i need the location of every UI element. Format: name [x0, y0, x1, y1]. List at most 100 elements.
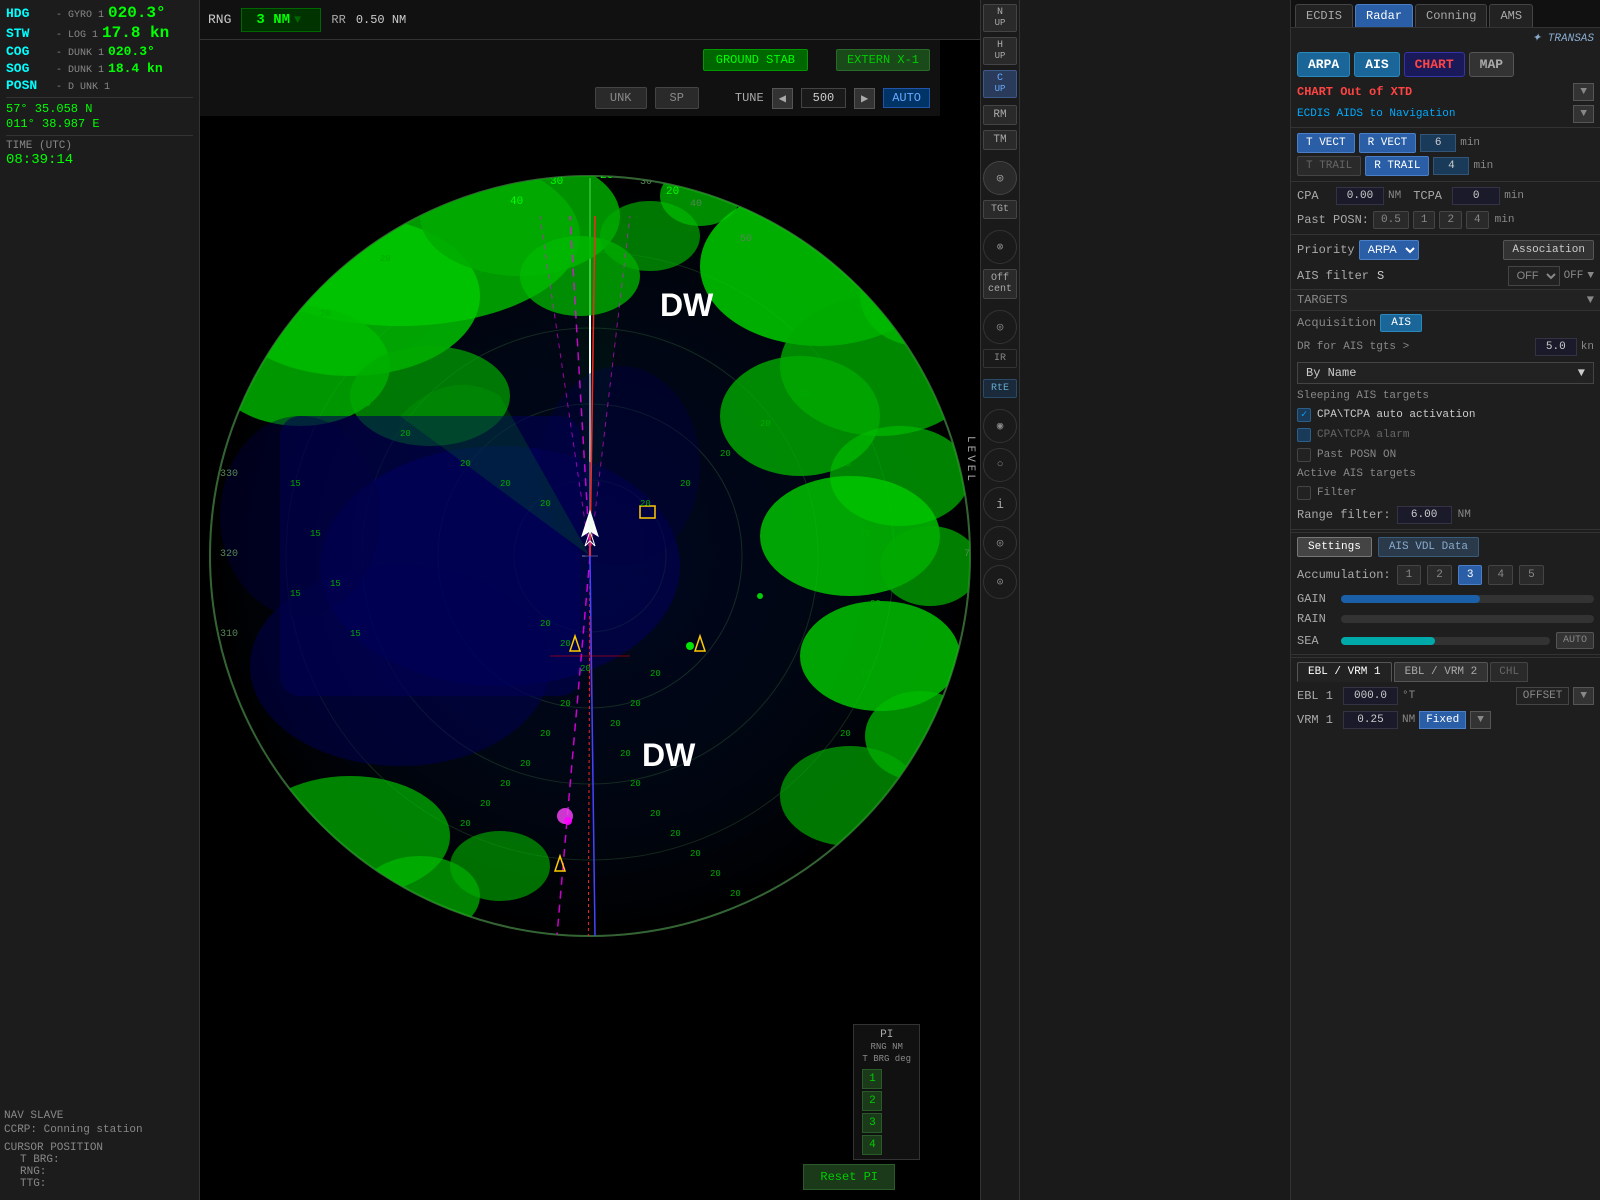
cpa-input[interactable]: 0.00 [1336, 187, 1384, 205]
circle-icon-2[interactable]: ⊗ [983, 230, 1017, 264]
stab-button[interactable]: GROUND STAB [703, 49, 808, 71]
gain-slider[interactable] [1341, 595, 1594, 603]
trail-value[interactable]: 4 [1433, 157, 1469, 175]
circle-icon-8[interactable]: ⊙ [983, 565, 1017, 599]
vrm-fixed-dropdown[interactable]: ▼ [1470, 711, 1491, 729]
tune-left-arrow[interactable]: ◀ [772, 88, 793, 109]
accum-3-btn[interactable]: 3 [1458, 565, 1483, 585]
ebl-offset-dropdown[interactable]: ▼ [1573, 687, 1594, 705]
fixed-button[interactable]: Fixed [1419, 711, 1466, 729]
ttrail-button[interactable]: T TRAIL [1297, 156, 1361, 176]
sleeping-ais-row: Sleeping AIS targets [1291, 387, 1600, 405]
aisvdl-tab[interactable]: AIS VDL Data [1378, 537, 1479, 557]
svg-text:20: 20 [650, 669, 661, 679]
vrm1-row: VRM 1 0.25 NM Fixed ▼ [1291, 708, 1600, 732]
settings-tab[interactable]: Settings [1297, 537, 1372, 557]
stw-value: 17.8 kn [102, 24, 169, 42]
tgt-button[interactable]: TGt [983, 200, 1017, 219]
vrm1-input[interactable]: 0.25 [1343, 711, 1398, 729]
top-tabs: ECDIS Radar Conning AMS [1291, 0, 1600, 28]
tcpa-input[interactable]: 0 [1452, 187, 1500, 205]
circle-icon-4[interactable]: ◉ [983, 409, 1017, 443]
offset-button[interactable]: OFFSET [1516, 687, 1570, 705]
pi-1-button[interactable]: 1 [862, 1069, 882, 1089]
by-name-select[interactable]: By Name ▼ [1297, 362, 1594, 384]
svg-text:40: 40 [510, 196, 523, 208]
nup-button[interactable]: NUP [983, 4, 1017, 32]
association-button[interactable]: Association [1503, 240, 1594, 260]
svg-text:20: 20 [720, 449, 731, 459]
past-posn-on-toggle[interactable] [1297, 448, 1311, 462]
radar-circle-container[interactable]: DW DW 20 [200, 116, 980, 1200]
filter-toggle[interactable] [1297, 486, 1311, 500]
tvect-button[interactable]: T VECT [1297, 133, 1355, 153]
posn-1-btn[interactable]: 1 [1413, 211, 1436, 229]
ecdis-aids-dropdown[interactable]: ▼ [1573, 105, 1594, 123]
rtrail-button[interactable]: R TRAIL [1365, 156, 1429, 176]
cpa-alarm-checkbox[interactable] [1297, 428, 1311, 442]
reset-pi-button[interactable]: Reset PI [803, 1164, 895, 1190]
tab-radar[interactable]: Radar [1355, 4, 1413, 27]
svg-text:320: 320 [220, 549, 238, 560]
chart-button[interactable]: CHART [1404, 52, 1465, 77]
radar-display[interactable]: GROUND STAB EXTERN X-1 UNK SP TUNE ◀ 500… [200, 40, 980, 1200]
off-cent-button[interactable]: Offcent [983, 269, 1017, 299]
tune-auto-button[interactable]: AUTO [883, 88, 930, 108]
circle-icon-3[interactable]: ◎ [983, 310, 1017, 344]
unk-button[interactable]: UNK [595, 87, 647, 109]
posn-4-btn[interactable]: 4 [1466, 211, 1489, 229]
posn-2-btn[interactable]: 2 [1439, 211, 1462, 229]
tab-ams[interactable]: AMS [1489, 4, 1533, 27]
priority-select[interactable]: ARPA [1359, 240, 1419, 260]
vect-value[interactable]: 6 [1420, 134, 1456, 152]
hup-button[interactable]: HUP [983, 37, 1017, 65]
accum-5-btn[interactable]: 5 [1519, 565, 1544, 585]
accum-1-btn[interactable]: 1 [1397, 565, 1422, 585]
rm-button[interactable]: RM [983, 105, 1017, 125]
sea-slider[interactable] [1341, 637, 1550, 645]
chart-out-dropdown[interactable]: ▼ [1573, 83, 1594, 101]
ais-filter-select[interactable]: OFF [1508, 266, 1560, 286]
rte-button[interactable]: RtE [983, 379, 1017, 398]
ir-button[interactable]: IR [983, 349, 1017, 368]
tune-right-arrow[interactable]: ▶ [854, 88, 875, 109]
auto-button[interactable]: AUTO [1556, 632, 1594, 649]
cpa-auto-checkbox[interactable] [1297, 408, 1311, 422]
circle-icon-6[interactable]: i [983, 487, 1017, 521]
accum-4-btn[interactable]: 4 [1488, 565, 1513, 585]
tm-button[interactable]: TM [983, 130, 1017, 150]
extern-button[interactable]: EXTERN X-1 [836, 49, 930, 71]
posn-label: POSN [6, 78, 54, 93]
tab-ecdis[interactable]: ECDIS [1295, 4, 1353, 27]
dr-input[interactable]: 5.0 [1535, 338, 1577, 356]
ebl-vrm2-tab[interactable]: EBL / VRM 2 [1394, 662, 1489, 682]
ais-button[interactable]: AIS [1354, 52, 1399, 77]
circle-icon-1[interactable]: ◎ [983, 161, 1017, 195]
ebl-vrm1-tab[interactable]: EBL / VRM 1 [1297, 662, 1392, 682]
acquisition-ais-button[interactable]: AIS [1380, 314, 1422, 332]
ebl1-input[interactable]: 000.0 [1343, 687, 1398, 705]
cup-button[interactable]: CUP [983, 70, 1017, 98]
chl-tab[interactable]: CHL [1490, 662, 1528, 682]
posn-05-btn[interactable]: 0.5 [1373, 211, 1409, 229]
range-filter-input[interactable]: 6.00 [1397, 506, 1452, 524]
arpa-button[interactable]: ARPA [1297, 52, 1350, 77]
pi-2-button[interactable]: 2 [862, 1091, 882, 1111]
acquisition-label: Acquisition [1297, 316, 1376, 330]
pi-3-button[interactable]: 3 [862, 1113, 882, 1133]
svg-text:20: 20 [690, 849, 701, 859]
pi-4-button[interactable]: 4 [862, 1135, 882, 1155]
sp-button[interactable]: SP [655, 87, 699, 109]
tab-conning[interactable]: Conning [1415, 4, 1487, 27]
svg-text:20: 20 [710, 869, 721, 879]
rng-value-box[interactable]: 3 NM ▼ [241, 8, 321, 32]
circle-icon-5[interactable]: ○ [983, 448, 1017, 482]
svg-text:20: 20 [760, 419, 771, 429]
map-button[interactable]: MAP [1469, 52, 1514, 77]
rvect-button[interactable]: R VECT [1359, 133, 1417, 153]
svg-text:20: 20 [860, 669, 871, 679]
rain-row: RAIN [1291, 609, 1600, 629]
circle-icon-7[interactable]: ◎ [983, 526, 1017, 560]
accum-2-btn[interactable]: 2 [1427, 565, 1452, 585]
rain-slider[interactable] [1341, 615, 1594, 623]
